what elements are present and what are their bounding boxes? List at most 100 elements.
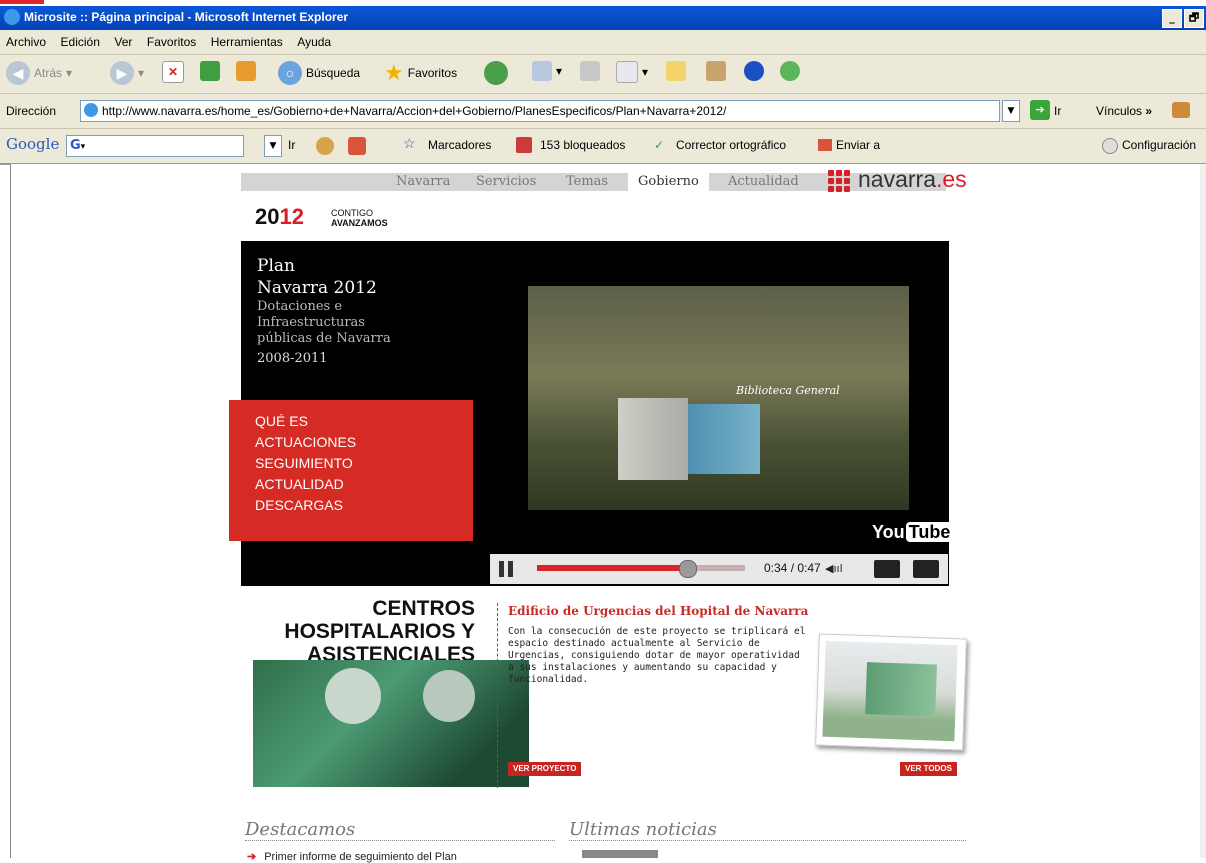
messenger-button[interactable] bbox=[780, 61, 800, 81]
menu-ayuda[interactable]: Ayuda bbox=[297, 35, 331, 49]
noticias-heading: Ultimas noticias bbox=[569, 819, 966, 841]
search-icon: ○ bbox=[278, 61, 302, 85]
youtube-you: You bbox=[872, 522, 905, 542]
google-logo: Google bbox=[6, 135, 60, 153]
brand-2012: 2012 CONTIGO AVANZAMOS bbox=[255, 204, 388, 230]
menu-archivo[interactable]: Archivo bbox=[6, 35, 46, 49]
research-button[interactable] bbox=[706, 61, 726, 81]
google-go-button[interactable]: Ir bbox=[288, 138, 295, 152]
favorites-button[interactable]: ★ Favoritos bbox=[384, 61, 457, 85]
word-button[interactable]: ▾ bbox=[616, 61, 648, 83]
nav-navarra[interactable]: Navarra bbox=[396, 174, 450, 189]
plan-section-menu: QUÉ ES ACTUACIONES SEGUIMIENTO ACTUALIDA… bbox=[229, 400, 473, 541]
video-frame[interactable]: Biblioteca General bbox=[528, 286, 909, 510]
nav-gobierno[interactable]: Gobierno bbox=[628, 173, 709, 191]
back-button[interactable]: ◀ Atrás ▾ bbox=[6, 61, 72, 85]
section-title: CENTROS HOSPITALARIOS Y ASISTENCIALES bbox=[255, 597, 475, 666]
stop-icon: ✕ bbox=[162, 61, 184, 83]
word-icon bbox=[616, 61, 638, 83]
nav-actualidad[interactable]: Actualidad bbox=[728, 174, 799, 189]
links-button[interactable]: Vínculos » bbox=[1096, 104, 1152, 118]
send-icon bbox=[818, 139, 832, 151]
google-g-button[interactable]: G bbox=[70, 138, 81, 153]
mail-icon bbox=[532, 61, 552, 81]
menu-descargas[interactable]: DESCARGAS bbox=[255, 495, 356, 516]
title-bar: Microsite :: Página principal - Microsof… bbox=[0, 6, 1206, 30]
menu-herramientas[interactable]: Herramientas bbox=[211, 35, 283, 49]
bluetooth-button[interactable] bbox=[744, 61, 764, 81]
arrow-icon: ➔ bbox=[247, 851, 257, 863]
plan-line-2: Navarra 2012 bbox=[257, 278, 377, 298]
pagerank-icon[interactable] bbox=[316, 137, 334, 155]
forward-arrow-icon: ▶ bbox=[110, 61, 134, 85]
menu-actuaciones[interactable]: ACTUACIONES bbox=[255, 432, 356, 453]
favorites-star-icon: ★ bbox=[384, 60, 404, 85]
video-building-glass bbox=[688, 404, 760, 474]
ie-icon bbox=[4, 9, 20, 25]
surgeons-image bbox=[253, 660, 529, 787]
page-scrollbar[interactable] bbox=[1200, 164, 1206, 858]
brand-year-b: 12 bbox=[279, 204, 304, 229]
seek-handle[interactable] bbox=[678, 560, 697, 578]
restore-button[interactable]: 🗗 bbox=[1184, 9, 1204, 28]
news-thumbnail[interactable] bbox=[582, 850, 658, 858]
menu-ver[interactable]: Ver bbox=[114, 35, 132, 49]
display-mode-icon[interactable] bbox=[874, 560, 900, 578]
standard-toolbar: ◀ Atrás ▾ ▶ ▾ ✕ ○ Búsqueda ★ Favoritos ▾… bbox=[0, 55, 1206, 94]
pause-icon[interactable] bbox=[499, 561, 515, 577]
address-dropdown[interactable]: ▼ bbox=[1002, 100, 1020, 122]
popup-blocked-count[interactable]: 153 bloqueados bbox=[540, 138, 625, 152]
menu-edicion[interactable]: Edición bbox=[61, 35, 100, 49]
volume-icon[interactable]: ◀ııl bbox=[825, 562, 847, 576]
go-arrow-icon[interactable]: ➔ bbox=[1030, 100, 1050, 120]
destacamos-item[interactable]: ➔ Primer informe de seguimiento del Plan bbox=[247, 850, 457, 863]
forward-button[interactable]: ▶ ▾ bbox=[110, 61, 144, 85]
bookmarks-button[interactable]: Marcadores bbox=[428, 138, 491, 152]
search-button[interactable]: ○ Búsqueda bbox=[278, 61, 360, 85]
search-label: Búsqueda bbox=[306, 66, 361, 80]
print-button[interactable] bbox=[580, 61, 600, 81]
extension-icon[interactable] bbox=[1172, 102, 1190, 118]
brand-year-a: 20 bbox=[255, 204, 280, 229]
stop-button[interactable]: ✕ bbox=[162, 61, 184, 83]
home-button[interactable] bbox=[236, 61, 256, 81]
fullscreen-icon[interactable] bbox=[913, 560, 939, 578]
history-button[interactable] bbox=[484, 61, 508, 85]
google-search-dropdown[interactable]: ▼ bbox=[264, 135, 282, 157]
youtube-logo[interactable]: You Tube bbox=[872, 522, 954, 543]
spellcheck-button[interactable]: Corrector ortográfico bbox=[676, 138, 786, 152]
address-bar: Dirección http://www.navarra.es/home_es/… bbox=[0, 94, 1206, 129]
red-corner-mark bbox=[0, 0, 44, 4]
minimize-button[interactable]: _ bbox=[1162, 9, 1182, 28]
feature-headline[interactable]: Edificio de Urgencias del Hopital de Nav… bbox=[508, 604, 808, 618]
video-time: 0:34 / 0:47 bbox=[764, 561, 821, 575]
favorites-label: Favoritos bbox=[407, 66, 458, 80]
video-caption: Biblioteca General bbox=[736, 384, 840, 397]
go-button[interactable]: Ir bbox=[1054, 104, 1061, 118]
nav-servicios[interactable]: Servicios bbox=[476, 174, 536, 189]
research-icon bbox=[706, 61, 726, 81]
folder-button[interactable] bbox=[666, 61, 686, 81]
menu-seguimiento[interactable]: SEGUIMIENTO bbox=[255, 453, 356, 474]
view-all-button[interactable]: VER TODOS bbox=[900, 762, 957, 776]
menu-que-es[interactable]: QUÉ ES bbox=[255, 411, 356, 432]
menu-actualidad[interactable]: ACTUALIDAD bbox=[255, 474, 356, 495]
view-project-button[interactable]: VER PROYECTO bbox=[508, 762, 582, 776]
nav-temas[interactable]: Temas bbox=[566, 174, 608, 189]
menu-favoritos[interactable]: Favoritos bbox=[147, 35, 196, 49]
home-icon bbox=[236, 61, 256, 81]
back-label: Atrás bbox=[34, 66, 63, 80]
news-icon[interactable] bbox=[348, 137, 366, 155]
links-label: Vínculos bbox=[1096, 104, 1143, 118]
address-input[interactable]: http://www.navarra.es/home_es/Gobierno+d… bbox=[80, 100, 1000, 122]
google-search-input[interactable]: G▾ bbox=[66, 135, 244, 157]
popup-blocker-icon bbox=[516, 137, 532, 153]
brand-line-1: CONTIGO bbox=[331, 208, 373, 218]
page-icon bbox=[84, 103, 98, 117]
bluetooth-icon bbox=[744, 61, 764, 81]
refresh-button[interactable] bbox=[200, 61, 220, 81]
settings-button[interactable]: Configuración bbox=[1122, 138, 1196, 152]
mail-button[interactable]: ▾ bbox=[532, 61, 562, 81]
send-to-button[interactable]: Enviar a bbox=[836, 138, 880, 152]
plan-line-1: Plan bbox=[257, 256, 295, 276]
